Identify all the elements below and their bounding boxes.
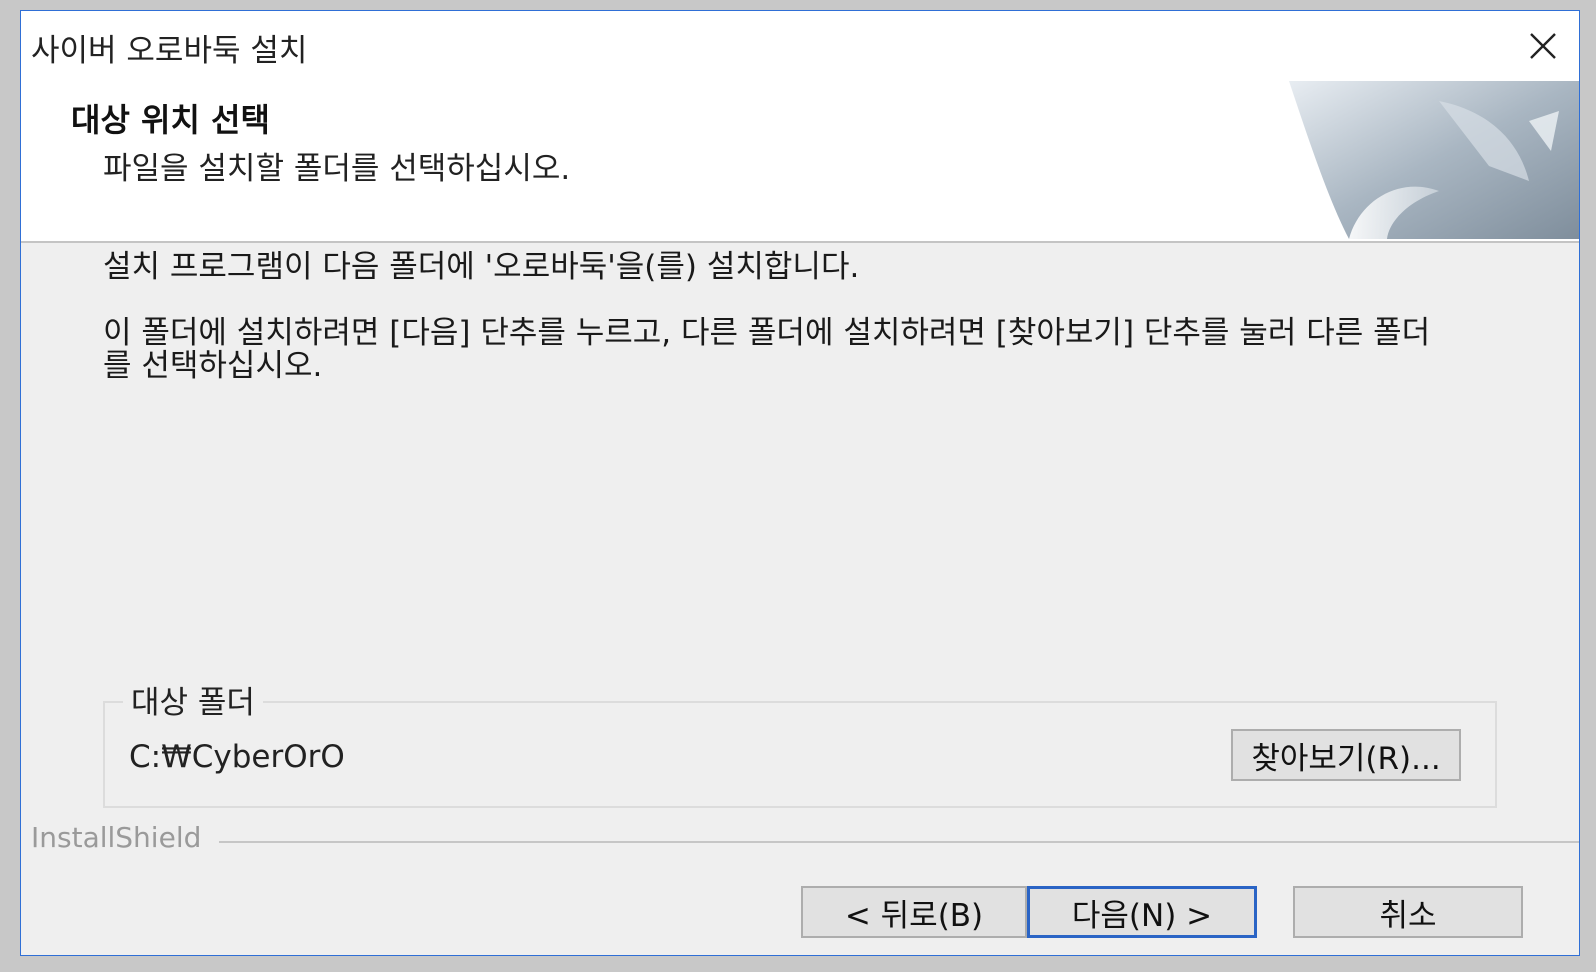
- close-button[interactable]: [1507, 11, 1579, 81]
- next-button[interactable]: 다음(N) >: [1027, 886, 1257, 938]
- destination-folder-group: 대상 폴더 C:₩CyberOrO 찾아보기(R)...: [103, 677, 1497, 808]
- footer-divider: [219, 841, 1579, 843]
- browse-button[interactable]: 찾아보기(R)...: [1231, 729, 1461, 781]
- installer-window: 사이버 오로바둑 설치 대상 위치 선택 파일을 설치할 폴더를 선택하십시오.: [20, 10, 1580, 956]
- installshield-brand: InstallShield: [31, 821, 202, 854]
- page-title: 대상 위치 선택: [71, 101, 270, 139]
- destination-path: C:₩CyberOrO: [129, 739, 345, 775]
- wizard-header: 대상 위치 선택 파일을 설치할 폴더를 선택하십시오.: [21, 81, 1579, 243]
- close-icon: [1530, 33, 1556, 59]
- install-description: 설치 프로그램이 다음 폴더에 '오로바둑'을(를) 설치합니다.: [103, 249, 860, 285]
- back-button[interactable]: < 뒤로(B): [801, 886, 1027, 938]
- page-subtitle: 파일을 설치할 폴더를 선택하십시오.: [103, 151, 571, 187]
- page-curl-graphic: [1289, 81, 1579, 239]
- cancel-button[interactable]: 취소: [1293, 886, 1523, 938]
- destination-folder-legend: 대상 폴더: [123, 677, 263, 722]
- install-instructions: 이 폴더에 설치하려면 [다음] 단추를 누르고, 다른 폴더에 설치하려면 […: [103, 315, 1431, 384]
- window-title: 사이버 오로바둑 설치: [31, 33, 308, 69]
- title-bar: 사이버 오로바둑 설치: [21, 11, 1579, 81]
